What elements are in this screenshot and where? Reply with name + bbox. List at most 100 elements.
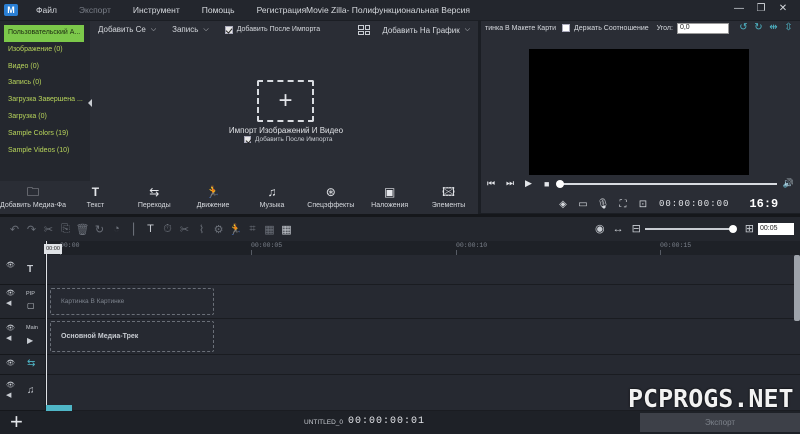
zoom-out-icon[interactable]: ⊟ <box>632 222 641 235</box>
zoom-slider[interactable] <box>644 224 737 233</box>
fill-icon[interactable]: ◈ <box>553 199 573 210</box>
playhead[interactable] <box>46 241 47 411</box>
track-transition[interactable] <box>46 355 800 375</box>
record-voice-icon[interactable]: ◉ <box>595 222 605 235</box>
video-preview[interactable] <box>529 49 749 175</box>
project-timecode: 00:00:00:01 <box>348 416 426 427</box>
undo-icon[interactable]: ↶ <box>6 223 23 236</box>
flip-horizontal-icon[interactable]: ⇹ <box>766 22 781 33</box>
aspect-ratio[interactable]: 16:9 <box>749 197 778 211</box>
run-icon[interactable]: 🏃 <box>227 223 244 236</box>
zoom-in-icon[interactable]: ⊞ <box>745 222 754 235</box>
rotate-left-icon[interactable]: ↺ <box>736 22 751 33</box>
redo-icon[interactable]: ↷ <box>23 223 40 236</box>
volume-icon[interactable]: 🔊 <box>783 178 794 189</box>
collapse-sidebar-icon[interactable] <box>88 99 92 107</box>
angle-input[interactable]: 0,0 <box>676 22 729 34</box>
eye-icon[interactable]: 👁 <box>6 381 15 389</box>
add-track-button[interactable]: + <box>10 411 23 433</box>
cut-icon[interactable]: ✂ <box>40 223 57 236</box>
menu-register[interactable]: Регистрация <box>257 5 307 15</box>
text-track-icon: T <box>27 264 34 275</box>
delete-icon[interactable]: 🗑 <box>74 223 91 236</box>
step-forward-icon[interactable]: ⏭ <box>506 178 525 189</box>
tab-transitions[interactable]: ⇆ Переходы <box>125 181 184 214</box>
vertical-scrollbar[interactable] <box>794 255 800 321</box>
pip-layout-label: тинка В Макете Карти <box>485 24 557 32</box>
tab-text[interactable]: T Текст <box>66 181 125 214</box>
menu-help[interactable]: Помощь <box>202 5 235 15</box>
fit-icon[interactable]: ↔ <box>613 223 624 235</box>
rotate-clip-icon[interactable]: ↻ <box>91 223 108 236</box>
tab-add-media[interactable]: 🗀 Добавить Медиа-Фа <box>0 181 66 214</box>
grid-view-icon[interactable] <box>358 25 371 35</box>
flip-vertical-icon[interactable]: ⇳ <box>781 22 796 33</box>
pip-placeholder[interactable]: Картинка В Картинке <box>50 288 214 315</box>
minimize-icon[interactable]: — <box>728 3 750 14</box>
record-dropdown[interactable]: Запись ⌵ <box>172 25 209 34</box>
category-item-downloading[interactable]: Загрузка (0) <box>0 109 90 126</box>
category-item-sample-colors[interactable]: Sample Colors (19) <box>0 126 90 143</box>
play-icon[interactable]: ▶ <box>525 178 544 189</box>
track-main[interactable]: Основной Медиа-Трек <box>46 319 800 355</box>
freeze-icon[interactable]: ⚙ <box>210 223 227 236</box>
zoom-select[interactable]: 00:05 <box>758 222 794 235</box>
crop-clip-icon[interactable]: ⌗ <box>244 223 261 236</box>
eye-icon[interactable]: 👁 <box>6 324 15 332</box>
tab-motion[interactable]: 🏃 Движение <box>184 181 243 214</box>
add-after-import-label: Добавить После Импорта <box>236 26 321 33</box>
category-item-downloaded[interactable]: Загрузка Завершена ... <box>0 92 90 109</box>
restore-icon[interactable]: ❐ <box>750 3 772 14</box>
tab-overlays[interactable]: ▣ Наложения <box>360 181 419 214</box>
menu-export[interactable]: Экспорт <box>79 5 111 15</box>
track-pip[interactable]: Картинка В Картинке <box>46 285 800 319</box>
playhead-handle[interactable]: 00:00 <box>44 244 62 254</box>
tab-elements[interactable]: 🖾 Элементы <box>419 181 478 214</box>
add-after-import-checkbox[interactable]: Добавить После Импорта <box>224 25 321 34</box>
calendar-icon[interactable]: ▦ <box>278 223 295 236</box>
import-media-button[interactable]: + <box>257 80 314 122</box>
category-item-user[interactable]: Пользовательский А... <box>4 25 84 42</box>
track-text[interactable] <box>46 255 800 285</box>
tab-effects[interactable]: ⊛ Спецэффекты <box>301 181 360 214</box>
speaker-icon[interactable]: ◀ <box>6 391 11 399</box>
category-item-images[interactable]: Изображение (0) <box>0 42 90 59</box>
duration-icon[interactable]: ⏱ <box>159 223 176 236</box>
split-icon[interactable]: ⎮ <box>125 223 142 236</box>
close-icon[interactable]: ✕ <box>772 3 794 14</box>
menu-file[interactable]: Файл <box>36 5 57 15</box>
speaker-icon[interactable]: ◀ <box>6 334 11 342</box>
eye-icon[interactable]: 👁 <box>6 289 15 297</box>
eye-icon[interactable]: 👁 <box>6 261 15 269</box>
seek-knob[interactable] <box>556 180 564 188</box>
eye-icon[interactable]: 👁 <box>6 359 15 367</box>
trim-icon[interactable]: ⌇ <box>193 223 210 236</box>
add-text-icon[interactable]: T <box>142 223 159 235</box>
tab-music[interactable]: ♫ Музыка <box>243 181 302 214</box>
mosaic-icon[interactable]: ▦ <box>261 223 278 236</box>
category-item-video[interactable]: Видео (0) <box>0 59 90 76</box>
camera-icon[interactable]: ▭ <box>573 199 593 210</box>
rotate-right-icon[interactable]: ↻ <box>751 22 766 33</box>
export-button[interactable]: Экспорт <box>640 413 800 432</box>
main-placeholder[interactable]: Основной Медиа-Трек <box>50 321 214 352</box>
microphone-icon[interactable]: 🎙 <box>593 199 613 210</box>
zoom-knob[interactable] <box>728 224 737 233</box>
timeline-ruler[interactable]: 00:00 00:00:05 00:00:10 00:00:15 <box>46 241 800 255</box>
angle-label: Угол: <box>656 24 673 32</box>
menu-tools[interactable]: Инструмент <box>133 5 180 15</box>
seek-bar[interactable] <box>556 180 777 188</box>
crop-icon[interactable]: ⛶ <box>613 199 633 210</box>
copy-icon[interactable]: ⎘ <box>57 223 74 236</box>
add-dropdown[interactable]: Добавить Се ⌵ <box>98 25 156 34</box>
skip-back-icon[interactable]: ⏮ <box>487 178 506 189</box>
snapshot-icon[interactable]: ⊡ <box>633 199 653 210</box>
add-to-graph-dropdown[interactable]: Добавить На График ⌵ <box>382 26 470 35</box>
speed-icon[interactable]: ◔ <box>108 223 125 235</box>
import-add-checkbox[interactable]: Добавить После Импорта <box>244 136 333 143</box>
category-item-sample-videos[interactable]: Sample Videos (10) <box>0 143 90 160</box>
category-item-record[interactable]: Запись (0) <box>0 75 90 92</box>
keep-ratio-checkbox[interactable] <box>562 24 571 32</box>
speaker-icon[interactable]: ◀ <box>6 299 11 307</box>
scissors-icon[interactable]: ✂ <box>176 223 193 236</box>
